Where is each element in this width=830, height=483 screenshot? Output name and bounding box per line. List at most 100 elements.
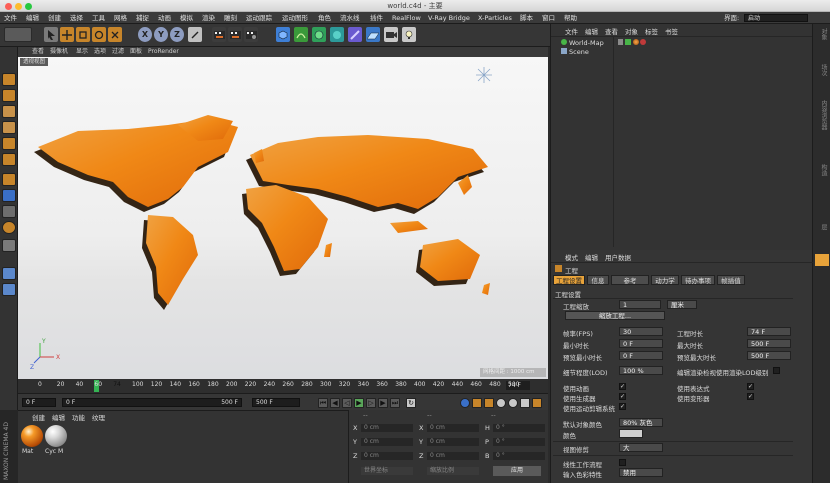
next-frame-button[interactable]: ▷	[366, 398, 376, 408]
max-time-field[interactable]: 500 F	[747, 339, 791, 348]
coord-field-h[interactable]: 0 °	[493, 424, 545, 432]
loop-button[interactable]: ↻	[406, 398, 416, 408]
viewport-3d[interactable]: Y X Z	[18, 57, 548, 379]
coord-field-sx[interactable]: 0 cm	[427, 424, 479, 432]
coord-field-sy[interactable]: 0 cm	[427, 438, 479, 446]
tab-interpolation[interactable]: 帧插值	[717, 275, 745, 285]
model-mode-icon[interactable]	[2, 89, 16, 102]
obj-menu-view[interactable]: 查看	[605, 26, 618, 36]
menu-item-6[interactable]: 捕捉	[136, 12, 149, 24]
menu-item-5[interactable]: 网格	[114, 12, 127, 24]
locked-workplane-icon[interactable]	[2, 239, 16, 252]
menu-item-12[interactable]: 运动图形	[282, 12, 308, 24]
polygons-mode-icon[interactable]	[2, 173, 16, 186]
viewport-menu-item-3[interactable]: 选项	[94, 47, 106, 57]
tab-reference[interactable]: 参考	[611, 275, 649, 285]
render-view-icon[interactable]	[212, 27, 226, 42]
tab-info[interactable]: 信息	[587, 275, 609, 285]
project-scale-field[interactable]: 1	[619, 300, 661, 309]
timeline-ruler[interactable]: 74 F 0 20 40 60 74 100 120 140 160 180 200 220 240 26…	[18, 379, 548, 393]
object-row-world-map[interactable]: World-Map	[561, 39, 604, 47]
use-expressions-checkbox[interactable]: ✓	[747, 383, 754, 390]
deformer-icon[interactable]	[348, 27, 362, 42]
menu-item-18[interactable]: X-Particles	[478, 12, 512, 24]
coord-field-py[interactable]: 0 cm	[361, 438, 413, 446]
menu-item-1[interactable]: 编辑	[26, 12, 39, 24]
render-lod-checkbox[interactable]	[773, 367, 780, 374]
coord-field-b[interactable]: 0 °	[493, 452, 545, 460]
menu-item-14[interactable]: 流水线	[340, 12, 360, 24]
min-time-field[interactable]: 0 F	[619, 339, 663, 348]
mat-menu-edit[interactable]: 编辑	[52, 412, 65, 422]
menu-item-11[interactable]: 运动跟踪	[246, 12, 272, 24]
viewport-menu-item-6[interactable]: ProRender	[148, 47, 179, 57]
default-color-select[interactable]: 80% 灰色	[619, 418, 663, 427]
end-frame-field[interactable]: 500 F	[252, 398, 300, 407]
use-deformers-checkbox[interactable]: ✓	[747, 393, 754, 400]
menu-item-13[interactable]: 角色	[318, 12, 331, 24]
scale-tool-icon[interactable]	[76, 27, 90, 42]
viewport-menu-item-0[interactable]: 查看	[32, 47, 44, 57]
parameter-key-icon[interactable]	[532, 398, 542, 408]
right-tab-4[interactable]: 层	[816, 224, 828, 230]
preview-max-time-field[interactable]: 500 F	[747, 351, 791, 360]
camera-icon[interactable]	[384, 27, 398, 42]
undo-area[interactable]	[4, 27, 32, 42]
attr-menu-edit[interactable]: 编辑	[585, 252, 598, 262]
rotate-tool-icon[interactable]	[92, 27, 106, 42]
scale-project-button[interactable]: 缩放工程...	[565, 311, 665, 320]
next-key-button[interactable]: ▶	[378, 398, 388, 408]
menu-item-2[interactable]: 创建	[48, 12, 61, 24]
obj-menu-object[interactable]: 对象	[625, 26, 638, 36]
right-tab-1[interactable]: 场次	[816, 64, 828, 76]
mat-menu-texture[interactable]: 纹理	[92, 412, 105, 422]
phong-tag-icon[interactable]	[640, 39, 646, 45]
enabled-check-icon[interactable]	[625, 39, 631, 45]
menu-item-0[interactable]: 文件	[4, 12, 17, 24]
tweak-mode-icon[interactable]	[2, 205, 16, 218]
material-swatch-mat[interactable]	[21, 425, 43, 447]
view-clipping-select[interactable]: 大	[619, 443, 663, 452]
autokey-icon[interactable]	[472, 398, 482, 408]
viewport-menu-item-2[interactable]: 显示	[76, 47, 88, 57]
spline-pen-icon[interactable]	[294, 27, 308, 42]
record-active-icon[interactable]	[460, 398, 470, 408]
rotation-key-icon[interactable]	[520, 398, 530, 408]
linear-workflow-checkbox[interactable]	[619, 459, 626, 466]
menu-item-4[interactable]: 工具	[92, 12, 105, 24]
prev-frame-button[interactable]: ◁	[342, 398, 352, 408]
fps-field[interactable]: 30	[619, 327, 663, 336]
floor-grid-icon[interactable]	[2, 283, 16, 296]
use-motion-system-checkbox[interactable]: ✓	[619, 403, 626, 410]
viewport-menu-item-1[interactable]: 摄像机	[50, 47, 68, 57]
edges-mode-icon[interactable]	[2, 153, 16, 166]
layout-select[interactable]: 启动	[744, 14, 808, 22]
make-editable-icon[interactable]	[2, 73, 16, 86]
move-tool-icon[interactable]	[60, 27, 74, 42]
object-row-scene[interactable]: Scene	[561, 48, 589, 56]
lod-field[interactable]: 100 %	[619, 366, 663, 375]
menu-item-7[interactable]: 动画	[158, 12, 171, 24]
coord-field-sz[interactable]: 0 cm	[427, 452, 479, 460]
position-key-icon[interactable]	[496, 398, 506, 408]
goto-end-button[interactable]: ⏭	[390, 398, 400, 408]
color-swatch[interactable]	[619, 429, 643, 438]
subdivision-surface-icon[interactable]	[312, 27, 326, 42]
preview-min-time-field[interactable]: 0 F	[619, 351, 663, 360]
mat-menu-function[interactable]: 功能	[72, 412, 85, 422]
enable-axis-icon[interactable]	[2, 189, 16, 202]
start-frame-field[interactable]: 0 F	[22, 398, 56, 407]
coord-mode-select[interactable]: 世界坐标	[361, 467, 413, 475]
menu-item-16[interactable]: RealFlow	[392, 12, 421, 24]
render-settings-icon[interactable]	[244, 27, 258, 42]
tab-todo[interactable]: 待办事项	[681, 275, 715, 285]
material-swatch-cyc[interactable]	[45, 425, 67, 447]
keyframe-selection-icon[interactable]	[484, 398, 494, 408]
menu-item-10[interactable]: 雕刻	[224, 12, 237, 24]
coord-field-p[interactable]: 0 °	[493, 438, 545, 446]
floor-object-icon[interactable]	[366, 27, 380, 42]
visibility-dots-icon[interactable]	[618, 39, 623, 45]
menu-item-20[interactable]: 窗口	[542, 12, 555, 24]
menu-item-17[interactable]: V-Ray Bridge	[428, 12, 470, 24]
menu-item-9[interactable]: 渲染	[202, 12, 215, 24]
